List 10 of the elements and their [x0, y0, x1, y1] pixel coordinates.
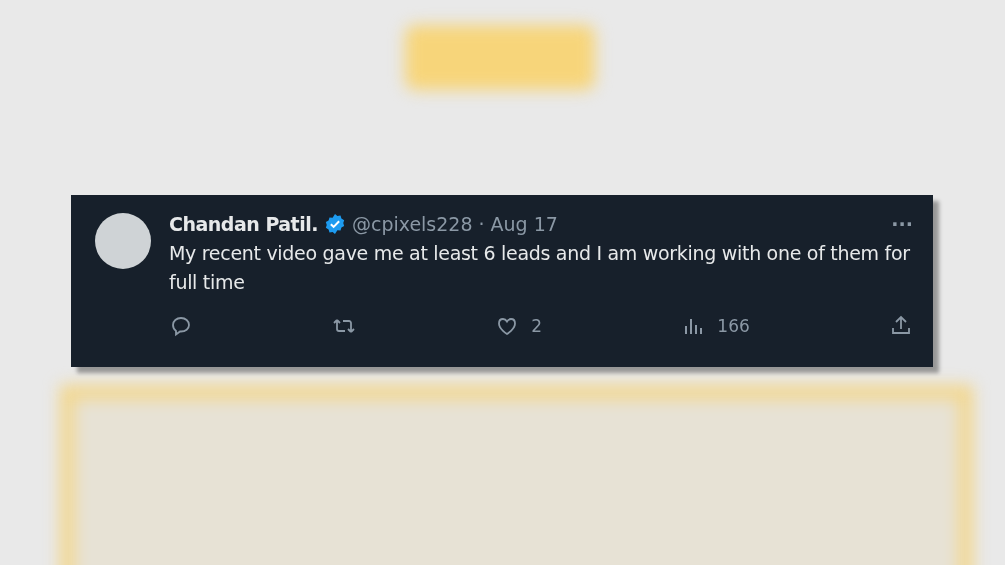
tweet-text: My recent video gave me at least 6 leads and I am working with one of them for full time — [169, 241, 911, 295]
more-options-button[interactable]: ··· — [891, 213, 913, 235]
avatar-photo-placeholder — [95, 213, 151, 269]
user-handle[interactable]: @cpixels228 — [351, 213, 473, 235]
author-name[interactable]: Chandan Patil. — [169, 213, 318, 235]
action-count: 166 — [717, 316, 750, 336]
action-count: 2 — [531, 316, 543, 336]
post-date[interactable]: Aug 17 — [490, 213, 558, 235]
separator-dot: · — [478, 213, 485, 235]
reply-icon[interactable] — [169, 314, 193, 338]
